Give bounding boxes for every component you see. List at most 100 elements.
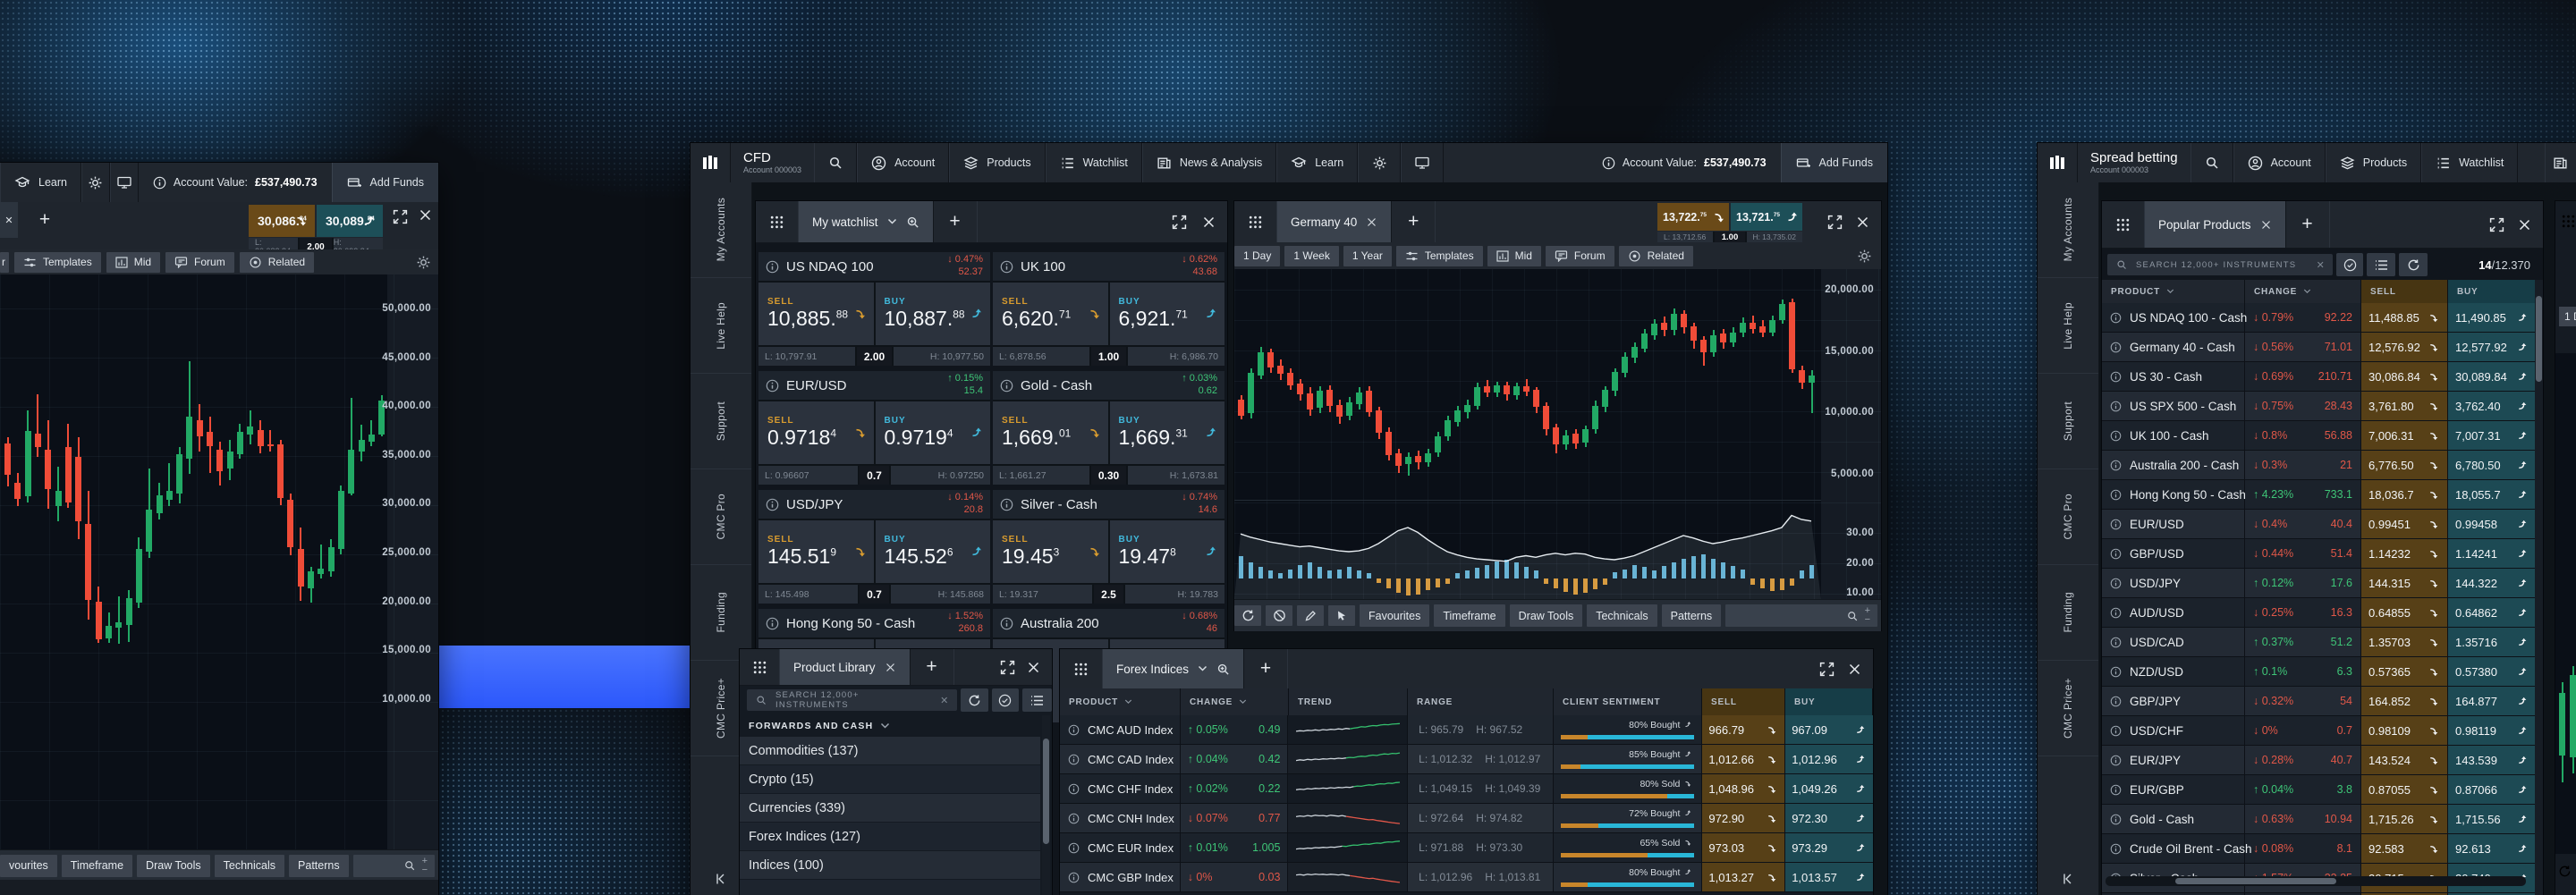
add-funds-button[interactable]: Add Funds	[331, 163, 438, 202]
info-icon[interactable]	[2110, 312, 2122, 324]
search-input[interactable]: SEARCH 12,000+ INSTRUMENTS ✕	[747, 689, 957, 711]
column-sell[interactable]: SELL	[2361, 280, 2448, 303]
product-row-eur-jpy[interactable]: EUR/JPY ↓ 0.28% 40.7 143.524 143.539	[2102, 746, 2536, 775]
nav-account[interactable]: Account	[2233, 143, 2326, 182]
chart-settings-icon[interactable]	[416, 255, 431, 270]
sell-button[interactable]: 1.14232	[2361, 539, 2448, 568]
info-icon[interactable]	[1068, 724, 1080, 736]
tab-product-library[interactable]: Product Library	[780, 649, 911, 685]
settings-button[interactable]	[1358, 143, 1402, 182]
column-change[interactable]: CHANGE	[1181, 688, 1289, 715]
settings-button[interactable]	[80, 163, 110, 202]
sell-button[interactable]: 6,776.50	[2361, 451, 2448, 479]
rail-item-cmc-pro[interactable]: CMC Pro	[691, 469, 751, 565]
list-view-button[interactable]	[2367, 253, 2395, 276]
add-tab-button[interactable]: +	[911, 649, 954, 685]
info-icon[interactable]	[766, 260, 779, 274]
nav-news-analysis[interactable]: News & Analysis	[1141, 143, 1277, 182]
sell-button[interactable]: 11,488.85	[2361, 303, 2448, 332]
buy-button[interactable]: 6,780.50	[2448, 451, 2536, 479]
info-icon[interactable]	[1068, 872, 1080, 883]
info-icon[interactable]	[2110, 755, 2122, 766]
product-row-uk-100-cash[interactable]: UK 100 - Cash ↓ 0.8% 56.88 7,006.31 7,007…	[2102, 421, 2536, 451]
buy-button[interactable]: 144.322	[2448, 569, 2536, 597]
charttool-pencil-button[interactable]	[1297, 605, 1324, 626]
rail-item-support[interactable]: Support	[691, 374, 751, 469]
add-funds-button[interactable]: Add Funds	[1780, 143, 1887, 182]
chart-search[interactable]: + −	[352, 854, 435, 877]
learn-button[interactable]: Learn	[0, 163, 81, 202]
product-row-eur-usd[interactable]: EUR/USD ↓ 0.4% 40.4 0.99451 0.99458	[2102, 510, 2536, 539]
bottom-patterns[interactable]: Patterns	[1661, 604, 1722, 627]
sell-button[interactable]: SELL 6,620.71	[993, 283, 1108, 345]
product-row-usd-jpy[interactable]: USD/JPY ↑ 0.12% 17.6 144.315 144.322	[2102, 569, 2536, 598]
info-icon[interactable]	[766, 617, 779, 630]
buy-button[interactable]: 1,715.56	[2448, 805, 2536, 833]
buy-button[interactable]: BUY 10,887.88	[875, 283, 990, 345]
clear-search-icon[interactable]: ✕	[940, 695, 949, 706]
panel-grid-button[interactable]	[740, 649, 780, 685]
forex-row-cmc-gbp-index[interactable]: CMC GBP Index ↓ 0% 0.03 L: 1,012.96 H: 1,0…	[1060, 863, 1873, 892]
tab-my-watchlist[interactable]: My watchlist	[799, 201, 934, 242]
close-icon[interactable]	[1849, 663, 1860, 675]
info-icon[interactable]	[2110, 666, 2122, 678]
rail-item-funding[interactable]: Funding	[691, 565, 751, 661]
zoom-controls[interactable]: + −	[1865, 606, 1870, 625]
column-change[interactable]: CHANGE	[2245, 280, 2361, 303]
close-icon[interactable]	[1857, 216, 1868, 228]
bottom-draw-tools[interactable]: Draw Tools	[137, 854, 210, 877]
product-row-nzd-usd[interactable]: NZD/USD ↑ 0.1% 6.3 0.57365 0.57380	[2102, 657, 2536, 687]
sell-button[interactable]: SELL 1,669.01	[993, 401, 1108, 464]
toolbar-templates[interactable]: Templates	[1395, 245, 1483, 266]
sell-button[interactable]: 143.524	[2361, 746, 2448, 774]
product-row-australia-200-cash[interactable]: Australia 200 - Cash ↓ 0.3% 21 6,776.50 6…	[2102, 451, 2536, 480]
display-button[interactable]	[109, 163, 139, 202]
watchlist-tile-us-ndaq-100[interactable]: US NDAQ 100 ↓ 0.47% 52.37 SELL 10,885.88 B…	[758, 252, 990, 366]
bottom-favourites[interactable]: Favourites	[1360, 604, 1430, 627]
bottom-draw-tools[interactable]: Draw Tools	[1509, 604, 1583, 627]
close-icon[interactable]	[1028, 662, 1039, 673]
product-row-eur-gbp[interactable]: EUR/GBP ↑ 0.04% 3.8 0.87055 0.87066	[2102, 775, 2536, 805]
buy-button[interactable]: 13,721.75	[1731, 203, 1802, 231]
product-row-gold-cash[interactable]: Gold - Cash ↓ 0.63% 10.94 1,715.26 1,715.…	[2102, 805, 2536, 834]
buy-button[interactable]: BUY 145.526	[875, 520, 990, 583]
buy-button[interactable]: 3,762.40	[2448, 392, 2536, 420]
expand-icon[interactable]	[1172, 215, 1187, 230]
rail-item-my-accounts[interactable]: My Accounts	[691, 182, 751, 278]
germany-candlestick-chart[interactable]: 20,000.00 15,000.00 10,000.00 5,000.00 30.00…	[1234, 269, 1881, 599]
sell-button[interactable]: 164.852	[2361, 687, 2448, 715]
sell-button[interactable]: SELL 19.453	[993, 520, 1108, 583]
library-item-forex-indices-127-[interactable]: Forex Indices (127)	[740, 823, 1040, 850]
info-icon[interactable]	[2110, 637, 2122, 648]
buy-button[interactable]: 164.877	[2448, 687, 2536, 715]
info-icon[interactable]	[2110, 578, 2122, 589]
sell-button[interactable]: 12,576.92	[2361, 333, 2448, 361]
rail-item-live-help[interactable]: Live Help	[691, 278, 751, 374]
buy-button[interactable]: 92.613	[2448, 834, 2536, 863]
info-icon[interactable]	[2110, 489, 2122, 501]
product-row-gbp-jpy[interactable]: GBP/JPY ↓ 0.32% 54 164.852 164.877	[2102, 687, 2536, 716]
charttool-cursor-button[interactable]	[1328, 605, 1355, 626]
expand-button[interactable]	[393, 209, 408, 229]
buy-button[interactable]: 12,577.92	[2448, 333, 2536, 361]
product-row-us-30-cash[interactable]: US 30 - Cash ↓ 0.69% 210.71 30,086.84 30,…	[2102, 362, 2536, 392]
info-icon[interactable]	[1068, 783, 1080, 795]
search-button[interactable]	[814, 143, 858, 182]
close-icon[interactable]	[2519, 219, 2530, 231]
buy-button[interactable]: 1.35716	[2448, 628, 2536, 656]
sell-button[interactable]: 0.98109	[2361, 716, 2448, 745]
expand-icon[interactable]	[1827, 215, 1843, 230]
sell-button[interactable]: 1.35703	[2361, 628, 2448, 656]
column-sell[interactable]: SELL	[1702, 688, 1785, 715]
rail-item-support[interactable]: Support	[2038, 374, 2098, 469]
timeframe-button-cut[interactable]: 1 D	[2559, 307, 2576, 326]
refresh-button[interactable]	[960, 688, 989, 712]
panel-grid-button[interactable]	[2102, 201, 2145, 248]
sell-button[interactable]: 18,036.7	[2361, 480, 2448, 509]
bottom-timeframe[interactable]: Timeframe	[1434, 604, 1505, 627]
library-item-crypto-15-[interactable]: Crypto (15)	[740, 765, 1040, 793]
watchlist-tile-uk-100[interactable]: UK 100 ↓ 0.62% 43.68 SELL 6,620.71 BUY 6,92…	[993, 252, 1224, 366]
rail-item-cmc-price-[interactable]: CMC Price+	[2038, 661, 2098, 756]
watchlist-tile-gold-cash[interactable]: Gold - Cash ↑ 0.03% 0.62 SELL 1,669.01 BUY…	[993, 371, 1224, 485]
watchlist-tile-silver-cash[interactable]: Silver - Cash ↓ 0.74% 14.6 SELL 19.453 BUY…	[993, 490, 1224, 604]
